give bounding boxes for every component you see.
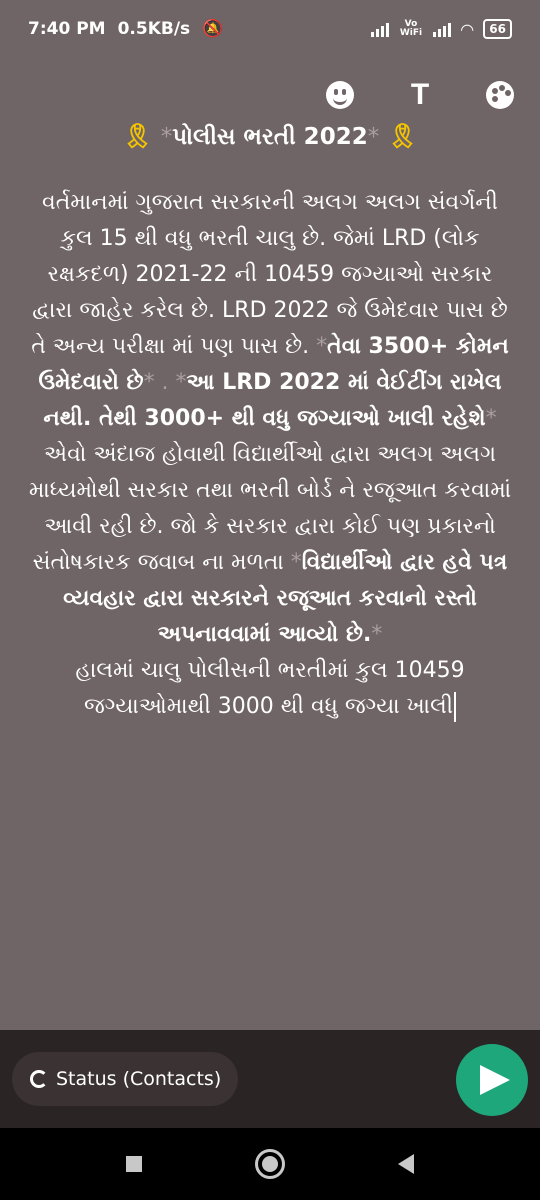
network-speed: 0.5KB/s bbox=[117, 19, 191, 39]
ribbon-icon: 🎗 bbox=[387, 122, 418, 150]
privacy-icon bbox=[30, 1070, 48, 1088]
status-time: 7:40 PM bbox=[28, 19, 106, 39]
text-cursor bbox=[454, 692, 456, 722]
message-body: વર્તમાનમાં ગુજરાત સરકારની અલગ અલગ સંવર્ગ… bbox=[28, 190, 512, 647]
send-button[interactable] bbox=[456, 1044, 528, 1116]
emoji-button[interactable] bbox=[320, 75, 360, 115]
palette-icon bbox=[486, 81, 514, 109]
message-title: 🎗 *પોલીસ ભરતી 2022* 🎗 bbox=[122, 122, 418, 150]
back-button[interactable] bbox=[397, 1154, 414, 1174]
ribbon-icon: 🎗 bbox=[122, 122, 153, 150]
recents-button[interactable] bbox=[126, 1156, 143, 1172]
text-style-button[interactable]: T bbox=[400, 75, 440, 115]
vowifi-label: Vo WiFi bbox=[399, 19, 423, 38]
privacy-selector-button[interactable]: Status (Contacts) bbox=[12, 1052, 238, 1106]
privacy-label: Status (Contacts) bbox=[56, 1068, 222, 1090]
battery-icon: 66 bbox=[483, 19, 512, 39]
navigation-bar bbox=[0, 1128, 540, 1200]
signal-icon bbox=[370, 21, 389, 37]
editor-toolbar: T bbox=[300, 72, 540, 118]
smiley-icon bbox=[326, 81, 354, 109]
compose-bar: Status (Contacts) bbox=[0, 1030, 540, 1128]
signal-icon-2 bbox=[432, 21, 451, 37]
mute-icon: 🔕 bbox=[202, 19, 224, 39]
color-button[interactable] bbox=[480, 75, 520, 115]
status-bar: 7:40 PM 0.5KB/s 🔕 Vo WiFi ◠ 66 bbox=[0, 0, 540, 58]
message-body-2: હાલમાં ચાલુ પોલીસની ભરતીમાં કુલ 10459 જગ… bbox=[26, 653, 514, 725]
wifi-icon: ◠ bbox=[460, 19, 474, 39]
home-button[interactable] bbox=[254, 1149, 285, 1179]
status-text-editor[interactable]: 🎗 *પોલીસ ભરતી 2022* 🎗 વર્તમાનમાં ગુજરાત … bbox=[26, 118, 514, 725]
send-icon bbox=[480, 1065, 510, 1095]
